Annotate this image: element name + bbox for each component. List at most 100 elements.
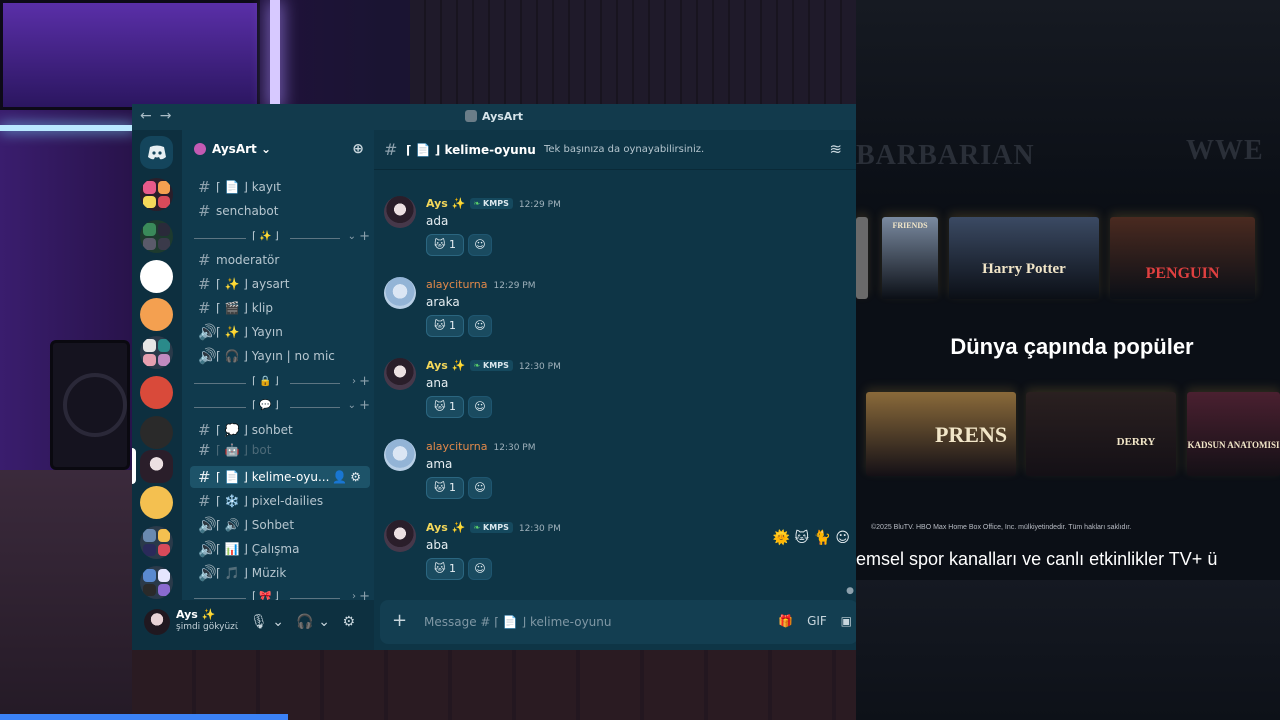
channel-moderator[interactable]: # moderatör [190, 249, 370, 271]
voice-channel-muzik[interactable]: 🔊⌈ 🎵 ⌋ Müzik [190, 562, 370, 584]
add-reaction-icon[interactable]: ☺ [467, 234, 492, 256]
microphone-icon[interactable]: 🎙 ⌄ [250, 614, 284, 630]
avatar[interactable] [384, 196, 416, 228]
reactions: 🐱 1 ☺ [426, 396, 496, 418]
message-meta: Ays ✨ ❧ KMPS 12:30 PM [426, 359, 561, 372]
streaming-ad-panel: BARBARIAN WWE FRIENDS Harry Potter PENGU… [856, 0, 1280, 720]
server-header[interactable]: AysArt ⌄ ⊕ [182, 130, 374, 170]
username: Ays ✨ [176, 608, 216, 621]
ad-faded-title-left: BARBARIAN [856, 140, 1035, 171]
server-tag[interactable]: ❧ KMPS [469, 522, 513, 533]
cat-icon: 🐱 [434, 481, 446, 494]
channel-topic: Tek başınıza da oynayabilirsiniz. [544, 144, 705, 155]
voice-channel-yayin[interactable]: 🔊⌈ ✨ ⌋ Yayın [190, 321, 370, 343]
create-channel-icon[interactable]: + [359, 229, 370, 244]
gear-icon[interactable]: ⚙ [343, 614, 356, 630]
ad-poster-title: KADSUN ANATOMISI [1187, 440, 1280, 450]
channel-aysart[interactable]: # ⌈ ✨ ⌋ aysart [190, 273, 370, 295]
server-icon-4[interactable] [140, 298, 173, 331]
discord-home-button[interactable] [140, 136, 173, 169]
channel-bot[interactable]: # ⌈ 🤖 ⌋ bot [190, 443, 370, 457]
server-icon-7[interactable] [140, 416, 173, 449]
message-author[interactable]: alayciturna [426, 440, 487, 453]
leaf-icon: ❧ [473, 361, 481, 370]
ad-poster-partial [856, 217, 868, 299]
avatar[interactable] [144, 609, 170, 635]
reaction-button[interactable]: 🐱 1 [426, 558, 464, 580]
headset-icon[interactable]: 🎧 ⌄ [296, 614, 330, 630]
add-reaction-icon[interactable]: ☺ [467, 477, 492, 499]
channel-senchabot[interactable]: # senchabot [190, 200, 370, 222]
server-icon-6[interactable] [140, 376, 173, 409]
add-people-icon[interactable]: ⊕ [352, 141, 364, 157]
channel-label: ⌈ 🤖 ⌋ bot [216, 443, 272, 457]
upload-plus-icon[interactable]: + [392, 610, 407, 631]
server-tag[interactable]: ❧ KMPS [469, 198, 513, 209]
server-name[interactable]: AysArt ⌄ [194, 142, 271, 156]
sparkle-icon: ✨ [451, 521, 466, 534]
message-author[interactable]: alayciturna [426, 278, 487, 291]
reaction-button[interactable]: 🐱 1 [426, 315, 464, 337]
create-channel-icon[interactable]: + [359, 398, 370, 413]
chevron-right-icon[interactable]: › [352, 376, 356, 387]
chevron-down-icon[interactable]: ⌄ [348, 231, 356, 242]
gift-icon[interactable]: 🎁 [778, 614, 793, 628]
voice-channel-calisma[interactable]: 🔊⌈ 📊 ⌋ Çalışma [190, 538, 370, 560]
avatar[interactable] [384, 277, 416, 309]
reaction-count: 1 [448, 562, 456, 575]
threads-icon[interactable]: ≋ [829, 140, 842, 158]
category-divider [194, 238, 246, 239]
sparkle-icon: ✨ [451, 359, 466, 372]
server-icon-aysart[interactable] [140, 450, 173, 483]
channel-kayit[interactable]: # ⌈ 📄 ⌋ kayıt [190, 176, 370, 198]
create-channel-icon[interactable]: + [359, 374, 370, 389]
add-reaction-icon[interactable]: ☺ [467, 558, 492, 580]
server-avatar-icon [464, 110, 477, 122]
ad-poster-friends: FRIENDS [882, 217, 938, 299]
server-folder-10[interactable] [140, 526, 173, 559]
gif-icon[interactable]: GIF [807, 614, 827, 628]
voice-channel-sohbet[interactable]: 🔊⌈ 🔊 ⌋ Sohbet [190, 514, 370, 536]
category-header-1[interactable]: ⌈ ✨ ⌋ ⌄ + [194, 229, 370, 248]
channel-pixel-dailies[interactable]: # ⌈ ❄️ ⌋ pixel-dailies [190, 490, 370, 512]
server-folder-2[interactable] [140, 220, 173, 253]
leaf-icon: ❧ [473, 523, 481, 532]
background-neon-light [270, 0, 280, 110]
add-reaction-icon[interactable]: ☺ [467, 396, 492, 418]
channel-label: moderatör [216, 253, 280, 267]
message-input[interactable]: Message # ⌈ 📄 ⌋ kelime-oyunu [424, 615, 611, 629]
channel-header: # ⌈ 📄 ⌋ kelime-oyunu Tek başınıza da oyn… [374, 130, 856, 170]
server-icon-3[interactable] [140, 260, 173, 293]
avatar[interactable] [384, 520, 416, 552]
message-author[interactable]: Ays [426, 521, 448, 534]
message-author[interactable]: Ays [426, 359, 448, 372]
sticker-icon[interactable]: ▣ [841, 614, 852, 628]
channel-klip[interactable]: # ⌈ 🎬 ⌋ klip [190, 297, 370, 319]
message-author[interactable]: Ays [426, 197, 448, 210]
message-text: araka [426, 295, 460, 309]
reaction-count: 1 [448, 238, 456, 251]
channel-settings-icon[interactable]: 👤⚙ [332, 466, 364, 488]
category-header-2[interactable]: ⌈ 🔒 ⌋ › + [194, 374, 370, 393]
server-folder-5[interactable] [140, 336, 173, 369]
avatar[interactable] [384, 439, 416, 471]
message-hover-toolbar[interactable]: 🌞 🐱 🐈 ☺ [773, 530, 850, 546]
channel-kelime-oyunu[interactable]: # ⌈ 📄 ⌋ kelime-oyu... 👤⚙ [190, 466, 370, 488]
avatar[interactable] [384, 358, 416, 390]
channel-sohbet[interactable]: # ⌈ 💭 ⌋ sohbet [190, 419, 370, 441]
reaction-button[interactable]: 🐱 1 [426, 477, 464, 499]
category-divider [290, 383, 340, 384]
server-folder-1[interactable] [140, 178, 173, 211]
chevron-down-icon[interactable]: ⌄ [348, 400, 356, 411]
reaction-button[interactable]: 🐱 1 [426, 234, 464, 256]
ad-poster-title: PENGUIN [1145, 265, 1220, 282]
reaction-button[interactable]: 🐱 1 [426, 396, 464, 418]
message-composer[interactable]: + Message # ⌈ 📄 ⌋ kelime-oyunu 🎁 GIF ▣ [380, 600, 856, 644]
server-icon-9[interactable] [140, 486, 173, 519]
category-header-3[interactable]: ⌈ 💬 ⌋ ⌄ + [194, 398, 370, 417]
add-reaction-icon[interactable]: ☺ [467, 315, 492, 337]
voice-channel-yayin-no-mic[interactable]: 🔊⌈ 🎧 ⌋ Yayın | no mic [190, 345, 370, 367]
server-folder-11[interactable] [140, 566, 173, 599]
reaction-count: 1 [448, 400, 456, 413]
server-tag[interactable]: ❧ KMPS [469, 360, 513, 371]
